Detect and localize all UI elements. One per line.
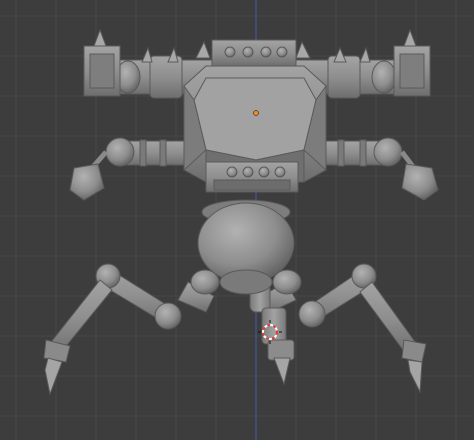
lower-vent-band[interactable] <box>205 161 299 193</box>
top-vent-housing[interactable] <box>211 39 297 67</box>
lower-orb[interactable] <box>190 199 302 295</box>
object-origin-dot[interactable] <box>253 110 259 116</box>
viewport-canvas[interactable] <box>0 0 474 440</box>
3d-viewport[interactable] <box>0 0 474 440</box>
